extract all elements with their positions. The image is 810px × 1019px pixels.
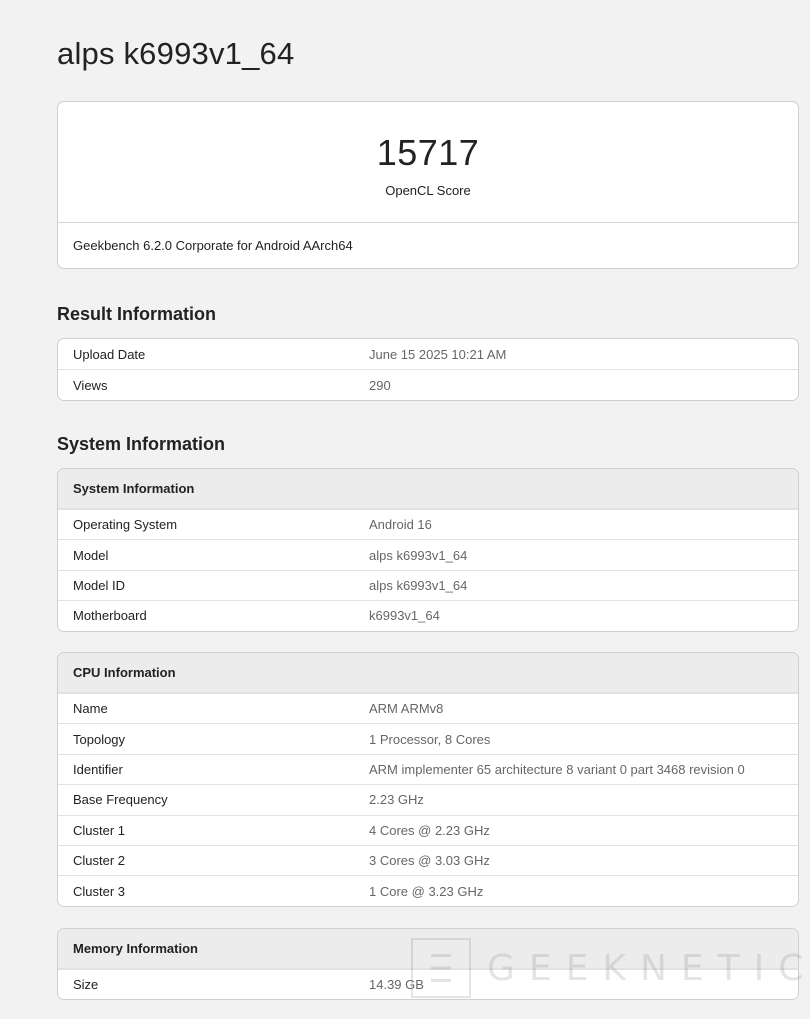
cpu-information-table: CPU Information Name ARM ARMv8 Topology …: [57, 652, 799, 907]
table-row: Upload Date June 15 2025 10:21 AM: [58, 339, 798, 369]
page-title: alps k6993v1_64: [57, 36, 295, 71]
opencl-score-value: 15717: [376, 132, 480, 173]
result-information-table: Upload Date June 15 2025 10:21 AM Views …: [57, 338, 799, 401]
row-key: Motherboard: [73, 608, 147, 624]
table-row: Identifier ARM implementer 65 architectu…: [58, 753, 798, 784]
row-value: 14.39 GB: [369, 977, 424, 993]
result-information-heading: Result Information: [57, 304, 217, 324]
table-row: Model ID alps k6993v1_64: [58, 569, 798, 600]
row-key: Model ID: [73, 577, 126, 593]
row-key: Model: [73, 547, 109, 563]
row-value: 3 Cores @ 3.03 GHz: [369, 853, 490, 869]
table-header: System Information: [58, 469, 798, 509]
row-value: 4 Cores @ 2.23 GHz: [369, 822, 490, 838]
table-row: Views 290: [58, 369, 798, 399]
table-header: Memory Information: [58, 929, 798, 969]
row-key: Cluster 2: [73, 853, 126, 869]
table-row: Operating System Android 16: [58, 509, 798, 539]
row-value: ARM implementer 65 architecture 8 varian…: [369, 761, 745, 777]
row-key: Cluster 1: [73, 822, 126, 838]
row-value: alps k6993v1_64: [369, 547, 468, 563]
row-key: Upload Date: [73, 346, 146, 362]
table-row: Motherboard k6993v1_64: [58, 600, 798, 630]
system-information-heading: System Information: [57, 434, 226, 454]
row-key: Cluster 3: [73, 883, 126, 899]
row-key: Operating System: [73, 517, 178, 533]
table-header: CPU Information: [58, 653, 798, 693]
table-row: Name ARM ARMv8: [58, 693, 798, 723]
table-row: Size 14.39 GB: [58, 969, 798, 999]
row-value: 1 Processor, 8 Cores: [369, 731, 491, 747]
row-key: Views: [73, 377, 108, 393]
row-key: Name: [73, 701, 108, 717]
memory-information-table: Memory Information Size 14.39 GB: [57, 928, 799, 1001]
table-row: Cluster 1 4 Cores @ 2.23 GHz: [58, 814, 798, 845]
row-value: ARM ARMv8: [369, 701, 444, 717]
row-key: Base Frequency: [73, 792, 168, 808]
score-card: 15717 OpenCL Score Geekbench 6.2.0 Corpo…: [57, 101, 799, 269]
table-row: Model alps k6993v1_64: [58, 539, 798, 569]
row-value: 2.23 GHz: [369, 792, 424, 808]
row-value: 290: [369, 377, 391, 393]
row-value: Android 16: [369, 517, 432, 533]
table-row: Cluster 2 3 Cores @ 3.03 GHz: [58, 844, 798, 875]
row-value: alps k6993v1_64: [369, 577, 468, 593]
system-information-table: System Information Operating System Andr…: [57, 468, 799, 632]
table-row: Topology 1 Processor, 8 Cores: [58, 723, 798, 753]
row-key: Topology: [73, 731, 126, 747]
table-row: Base Frequency 2.23 GHz: [58, 784, 798, 814]
row-key: Identifier: [73, 761, 123, 777]
row-key: Size: [73, 977, 99, 993]
benchmark-version: Geekbench 6.2.0 Corporate for Android AA…: [58, 222, 798, 268]
row-value: 1 Core @ 3.23 GHz: [369, 883, 484, 899]
table-row: Cluster 3 1 Core @ 3.23 GHz: [58, 875, 798, 905]
row-value: June 15 2025 10:21 AM: [369, 346, 507, 362]
row-value: k6993v1_64: [369, 608, 440, 624]
opencl-score-label: OpenCL Score: [385, 183, 471, 198]
